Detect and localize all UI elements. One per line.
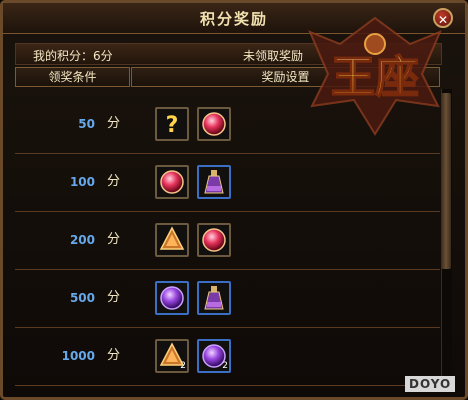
reward-row: 200 分 <box>15 211 440 270</box>
amber-gem-icon[interactable]: 2 <box>155 339 189 373</box>
points-unit: 分 <box>107 116 121 131</box>
claim-status-label: 未领取奖励 <box>243 49 304 63</box>
question-icon[interactable]: ? <box>155 107 189 141</box>
reward-row: 1000 分 2 2 <box>15 327 440 386</box>
points-value: 500 <box>69 291 95 305</box>
purple-orb-icon[interactable]: 2 <box>197 339 231 373</box>
reward-row: 500 分 <box>15 269 440 328</box>
my-score-label: 我的积分：6分 <box>33 49 113 63</box>
game-logo: 王座 <box>300 14 450 138</box>
points-value: 200 <box>69 233 95 247</box>
svg-text:?: ? <box>166 113 179 138</box>
points-value: 100 <box>69 175 95 189</box>
item-count: 2 <box>222 361 228 371</box>
points-unit: 分 <box>107 232 121 247</box>
item-count: 2 <box>180 361 186 371</box>
potion-bottle-icon[interactable] <box>197 281 231 315</box>
reward-row: 100 分 <box>15 153 440 212</box>
points-unit: 分 <box>107 348 121 363</box>
points-value: 1000 <box>61 349 95 363</box>
points-unit: 分 <box>107 290 121 305</box>
red-orb-icon[interactable] <box>155 165 189 199</box>
red-orb-icon[interactable] <box>197 223 231 257</box>
watermark: DOYO <box>405 376 456 392</box>
points-unit: 分 <box>107 174 121 189</box>
purple-orb-icon[interactable] <box>155 281 189 315</box>
points-value: 50 <box>78 117 95 131</box>
potion-bottle-icon[interactable] <box>197 165 231 199</box>
red-orb-icon[interactable] <box>197 107 231 141</box>
header-condition: 领奖条件 <box>15 67 130 87</box>
logo-text: 王座 <box>331 52 419 103</box>
amber-gem-icon[interactable] <box>155 223 189 257</box>
